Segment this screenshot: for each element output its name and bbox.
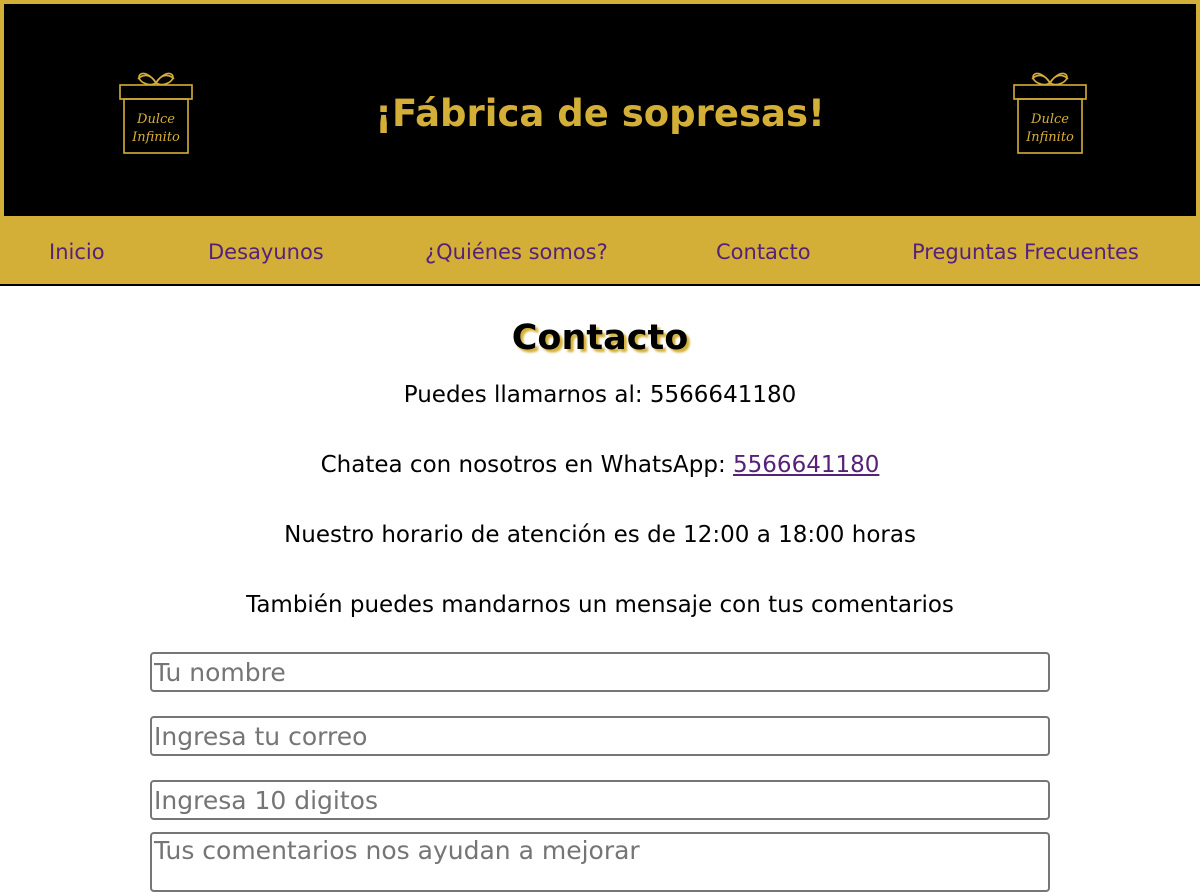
nav-item-contacto[interactable]: Contacto: [716, 216, 811, 286]
whatsapp-label: Chatea con nosotros en WhatsApp:: [320, 452, 734, 478]
gift-box-logo-icon: Dulce Infinito: [1008, 61, 1092, 157]
whatsapp-link[interactable]: 5566641180: [733, 452, 879, 478]
nav-item-quienes-somos[interactable]: ¿Quiénes somos?: [425, 216, 608, 286]
site-header: Dulce Infinito ¡Fábrica de sopresas! Dul…: [0, 0, 1200, 216]
nav-item-inicio[interactable]: Inicio: [49, 216, 105, 286]
phone-text: Puedes llamarnos al: 5566641180: [403, 382, 797, 408]
name-input[interactable]: [150, 652, 1050, 692]
email-input[interactable]: [150, 716, 1050, 756]
phone-input[interactable]: [150, 780, 1050, 820]
message-intro: También puedes mandarnos un mensaje con …: [246, 592, 954, 618]
whatsapp-line: Chatea con nosotros en WhatsApp: 5566641…: [0, 450, 1200, 480]
nav-item-preguntas-frecuentes[interactable]: Preguntas Frecuentes: [912, 216, 1139, 286]
nav-item-desayunos[interactable]: Desayunos: [208, 216, 324, 286]
svg-text:Infinito: Infinito: [1025, 130, 1074, 145]
hours-text: Nuestro horario de atención es de 12:00 …: [284, 522, 916, 548]
comments-textarea[interactable]: [150, 832, 1050, 892]
page-title: Contacto: [511, 318, 689, 358]
main-nav: Inicio Desayunos ¿Quiénes somos? Contact…: [0, 216, 1200, 286]
svg-text:Dulce: Dulce: [1030, 112, 1069, 127]
